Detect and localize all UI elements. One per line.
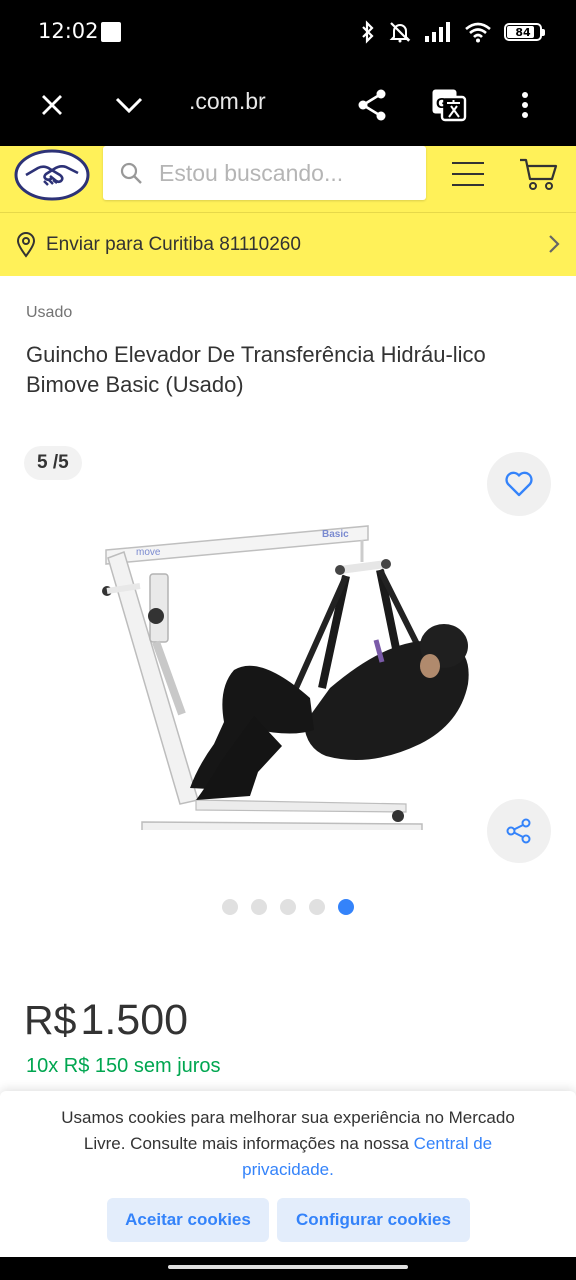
- product-image[interactable]: move Basic: [100, 478, 480, 830]
- pagination-dot[interactable]: [251, 899, 267, 915]
- cart-button[interactable]: [516, 154, 560, 194]
- product-gallery[interactable]: 5 /5 move Basic: [0, 440, 576, 920]
- location-pin-icon: [16, 231, 38, 258]
- close-tab-button[interactable]: [27, 80, 77, 130]
- browser-toolbar: .com.br G: [0, 64, 576, 146]
- battery-percent: 84: [515, 25, 531, 39]
- site-header: Estou buscando... Enviar para Curitiba 8…: [0, 146, 576, 276]
- url-text[interactable]: .com.br: [189, 88, 266, 115]
- svg-text:G: G: [436, 95, 448, 112]
- battery-icon: 84: [504, 23, 545, 41]
- more-icon: [522, 92, 528, 118]
- chevron-down-icon: [115, 97, 143, 114]
- translate-icon: G: [432, 89, 467, 122]
- cookie-text: Usamos cookies para melhorar sua experiê…: [40, 1105, 536, 1183]
- close-icon: [42, 95, 62, 115]
- image-model-label: Basic: [322, 529, 349, 540]
- share-icon: [506, 818, 531, 844]
- product-title: Guincho Elevador De Transferência Hidráu…: [26, 342, 486, 397]
- cookie-banner: Usamos cookies para melhorar sua experiê…: [0, 1091, 576, 1257]
- mercado-livre-logo[interactable]: [14, 149, 90, 201]
- share-page-button[interactable]: [347, 80, 397, 130]
- configure-cookies-button[interactable]: Configurar cookies: [277, 1198, 470, 1242]
- product-condition: Usado: [26, 304, 73, 321]
- pagination-dot[interactable]: [309, 899, 325, 915]
- gallery-pagination[interactable]: [222, 899, 354, 915]
- search-input[interactable]: Estou buscando...: [103, 146, 426, 200]
- mute-icon: [389, 22, 411, 43]
- search-icon: [119, 160, 145, 186]
- installments-text: 10x R$ 150 sem juros: [26, 1055, 221, 1077]
- image-counter: 5 /5: [24, 446, 82, 480]
- signal-icon: [425, 22, 450, 42]
- shipping-location-text: Enviar para Curitiba 81110260: [46, 233, 301, 255]
- shipping-location-row[interactable]: Enviar para Curitiba 81110260: [0, 213, 576, 276]
- pagination-dot[interactable]: [280, 899, 296, 915]
- price-currency: R$: [24, 997, 77, 1043]
- system-nav-bar: [0, 1257, 576, 1280]
- notification-icon: [101, 22, 121, 42]
- favorite-button[interactable]: [487, 452, 551, 516]
- status-icons: 84: [360, 18, 545, 46]
- hamburger-icon: [452, 162, 484, 186]
- pagination-dot[interactable]: [338, 899, 354, 915]
- share-icon: [358, 89, 386, 121]
- expand-button[interactable]: [104, 80, 154, 130]
- cart-icon: [520, 158, 558, 190]
- image-brand-label: move: [136, 547, 161, 558]
- status-time: 12:02: [38, 19, 99, 43]
- pagination-dot[interactable]: [222, 899, 238, 915]
- product-price: R$ 1.500: [24, 996, 188, 1045]
- more-options-button[interactable]: [500, 80, 550, 130]
- bluetooth-icon: [362, 20, 374, 44]
- translate-button[interactable]: G: [424, 80, 474, 130]
- chevron-right-icon: [549, 235, 560, 253]
- menu-button[interactable]: [448, 156, 488, 192]
- accept-cookies-button[interactable]: Aceitar cookies: [107, 1198, 269, 1242]
- status-bar: 12:02 84: [0, 0, 576, 64]
- wifi-icon: [465, 22, 491, 43]
- home-indicator[interactable]: [168, 1265, 408, 1269]
- share-button[interactable]: [487, 799, 551, 863]
- price-value: 1.500: [80, 996, 189, 1044]
- search-placeholder: Estou buscando...: [159, 159, 344, 186]
- heart-icon: [505, 471, 533, 497]
